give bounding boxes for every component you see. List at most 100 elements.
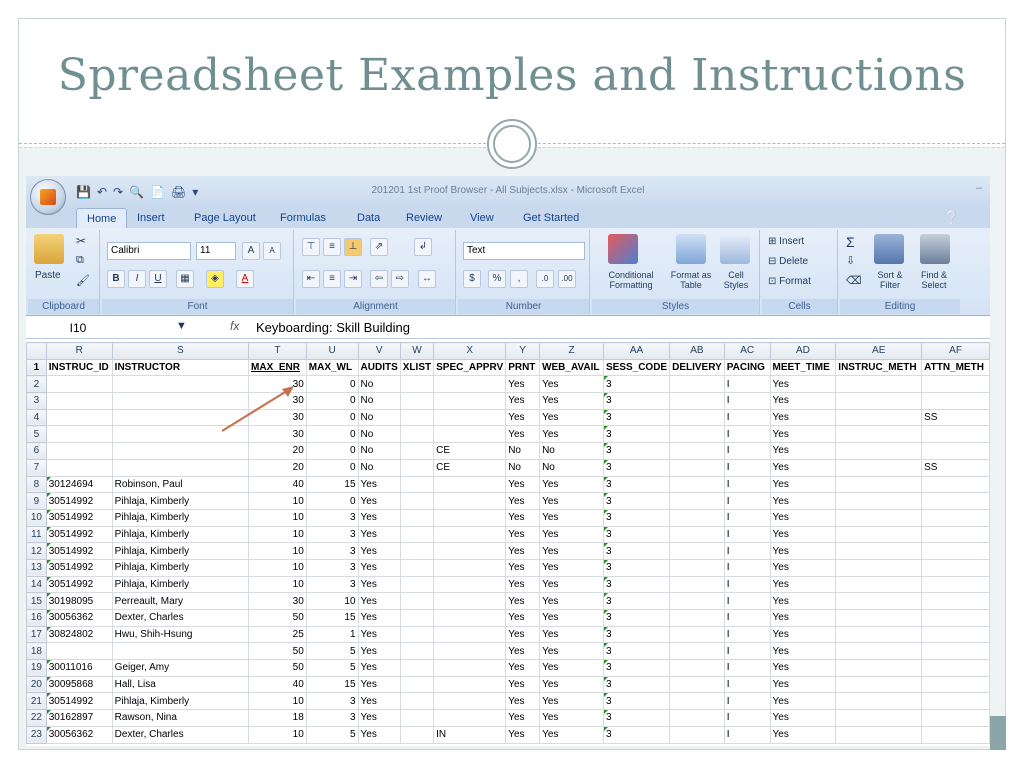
cell[interactable]: Yes xyxy=(769,525,837,544)
cell[interactable]: 3 xyxy=(305,575,359,594)
cell[interactable]: Yes xyxy=(539,592,604,610)
cell[interactable] xyxy=(433,375,507,394)
cell[interactable] xyxy=(835,709,923,727)
row-header[interactable]: 12 xyxy=(26,542,47,560)
cell[interactable] xyxy=(45,392,113,410)
cell[interactable]: Yes xyxy=(769,458,837,477)
cell[interactable]: 3 xyxy=(602,692,671,711)
cell[interactable] xyxy=(433,475,507,494)
cell[interactable] xyxy=(669,642,725,661)
align-center-icon[interactable]: ≡ xyxy=(323,270,341,288)
cell[interactable]: 3 xyxy=(602,609,671,627)
cell[interactable] xyxy=(835,609,923,627)
currency-icon[interactable]: $ xyxy=(463,270,481,288)
cell[interactable]: I xyxy=(723,725,771,744)
cell[interactable] xyxy=(433,709,507,727)
cell[interactable]: Yes xyxy=(539,625,604,644)
cell[interactable]: 30514992 xyxy=(45,492,113,510)
cell[interactable]: CE xyxy=(433,442,507,460)
cell[interactable] xyxy=(921,425,990,444)
cell[interactable]: 3 xyxy=(602,458,671,477)
field-header-cell[interactable]: MAX_ENR xyxy=(248,358,307,377)
cell[interactable]: Yes xyxy=(357,692,401,711)
font-name-select[interactable]: Calibri xyxy=(107,242,191,260)
cell[interactable]: Yes xyxy=(539,659,604,677)
cell[interactable] xyxy=(921,542,990,560)
cell[interactable] xyxy=(433,425,507,444)
column-header-af[interactable]: AF xyxy=(921,342,990,360)
cell[interactable] xyxy=(835,592,923,610)
cell[interactable]: Hwu, Shih-Hsung xyxy=(111,625,250,644)
cell[interactable]: I xyxy=(723,542,771,560)
font-color-icon[interactable]: A xyxy=(236,270,254,288)
row-header[interactable]: 8 xyxy=(26,475,47,494)
cell[interactable]: 3 xyxy=(602,659,671,677)
cell[interactable] xyxy=(399,692,435,711)
row-header[interactable]: 16 xyxy=(26,609,47,627)
cell[interactable]: 1 xyxy=(305,625,359,644)
cell[interactable]: Yes xyxy=(769,609,837,627)
cell[interactable] xyxy=(399,675,435,694)
cell[interactable] xyxy=(433,609,507,627)
row-header[interactable]: 6 xyxy=(26,442,47,460)
cell[interactable] xyxy=(921,709,990,727)
cell[interactable]: Yes xyxy=(539,408,604,427)
conditional-formatting-icon[interactable] xyxy=(608,234,638,264)
cell[interactable]: Yes xyxy=(505,475,541,494)
cell[interactable]: Yes xyxy=(539,575,604,594)
cell[interactable]: 3 xyxy=(305,558,359,577)
cell[interactable]: Yes xyxy=(769,575,837,594)
find-select-button[interactable]: Find & Select xyxy=(912,270,956,290)
cell[interactable]: Yes xyxy=(539,392,604,410)
cell[interactable] xyxy=(835,458,923,477)
cell[interactable]: 30162897 xyxy=(45,709,113,727)
cell[interactable] xyxy=(835,475,923,494)
cell[interactable] xyxy=(399,392,435,410)
cell[interactable] xyxy=(835,725,923,744)
cell[interactable]: Yes xyxy=(539,709,604,727)
increase-decimal-icon[interactable]: .0 xyxy=(536,270,554,288)
cell[interactable]: No xyxy=(505,458,541,477)
cell[interactable] xyxy=(921,659,990,677)
cell[interactable] xyxy=(669,442,725,460)
cell[interactable] xyxy=(835,392,923,410)
cell[interactable] xyxy=(399,659,435,677)
tab-get-started[interactable]: Get Started xyxy=(523,212,579,224)
cell[interactable]: No xyxy=(357,392,401,410)
cell[interactable] xyxy=(669,542,725,560)
cell[interactable]: Yes xyxy=(505,642,541,661)
cut-icon[interactable]: ✂ xyxy=(76,234,86,248)
cell[interactable]: Pihlaja, Kimberly xyxy=(111,692,250,711)
cell[interactable]: Yes xyxy=(357,725,401,744)
tab-insert[interactable]: Insert xyxy=(137,212,165,224)
orientation-icon[interactable]: ⇗ xyxy=(370,238,388,256)
cell[interactable]: 0 xyxy=(305,375,359,394)
cell[interactable] xyxy=(399,442,435,460)
cell[interactable]: 3 xyxy=(602,725,671,744)
cell[interactable]: 3 xyxy=(602,392,671,410)
cell[interactable]: 3 xyxy=(602,625,671,644)
cell[interactable]: Yes xyxy=(505,725,541,744)
cell[interactable] xyxy=(921,508,990,527)
cell[interactable] xyxy=(45,642,113,661)
cell[interactable]: I xyxy=(723,558,771,577)
increase-indent-icon[interactable]: ⇨ xyxy=(391,270,409,288)
cell[interactable]: 20 xyxy=(248,442,307,460)
cell[interactable] xyxy=(111,442,250,460)
cell[interactable] xyxy=(669,709,725,727)
sort-filter-icon[interactable] xyxy=(874,234,904,264)
cell[interactable]: Yes xyxy=(769,625,837,644)
cell[interactable] xyxy=(399,625,435,644)
row-header[interactable]: 21 xyxy=(26,692,47,711)
cell[interactable]: Pihlaja, Kimberly xyxy=(111,492,250,510)
cell[interactable]: 40 xyxy=(248,475,307,494)
cell[interactable] xyxy=(921,609,990,627)
cell[interactable] xyxy=(399,475,435,494)
cell[interactable] xyxy=(399,725,435,744)
cell[interactable]: Yes xyxy=(769,709,837,727)
cell[interactable] xyxy=(433,492,507,510)
cell[interactable]: I xyxy=(723,592,771,610)
cell[interactable]: Yes xyxy=(505,692,541,711)
cell[interactable] xyxy=(433,625,507,644)
merge-center-icon[interactable]: ↔ xyxy=(418,270,436,288)
